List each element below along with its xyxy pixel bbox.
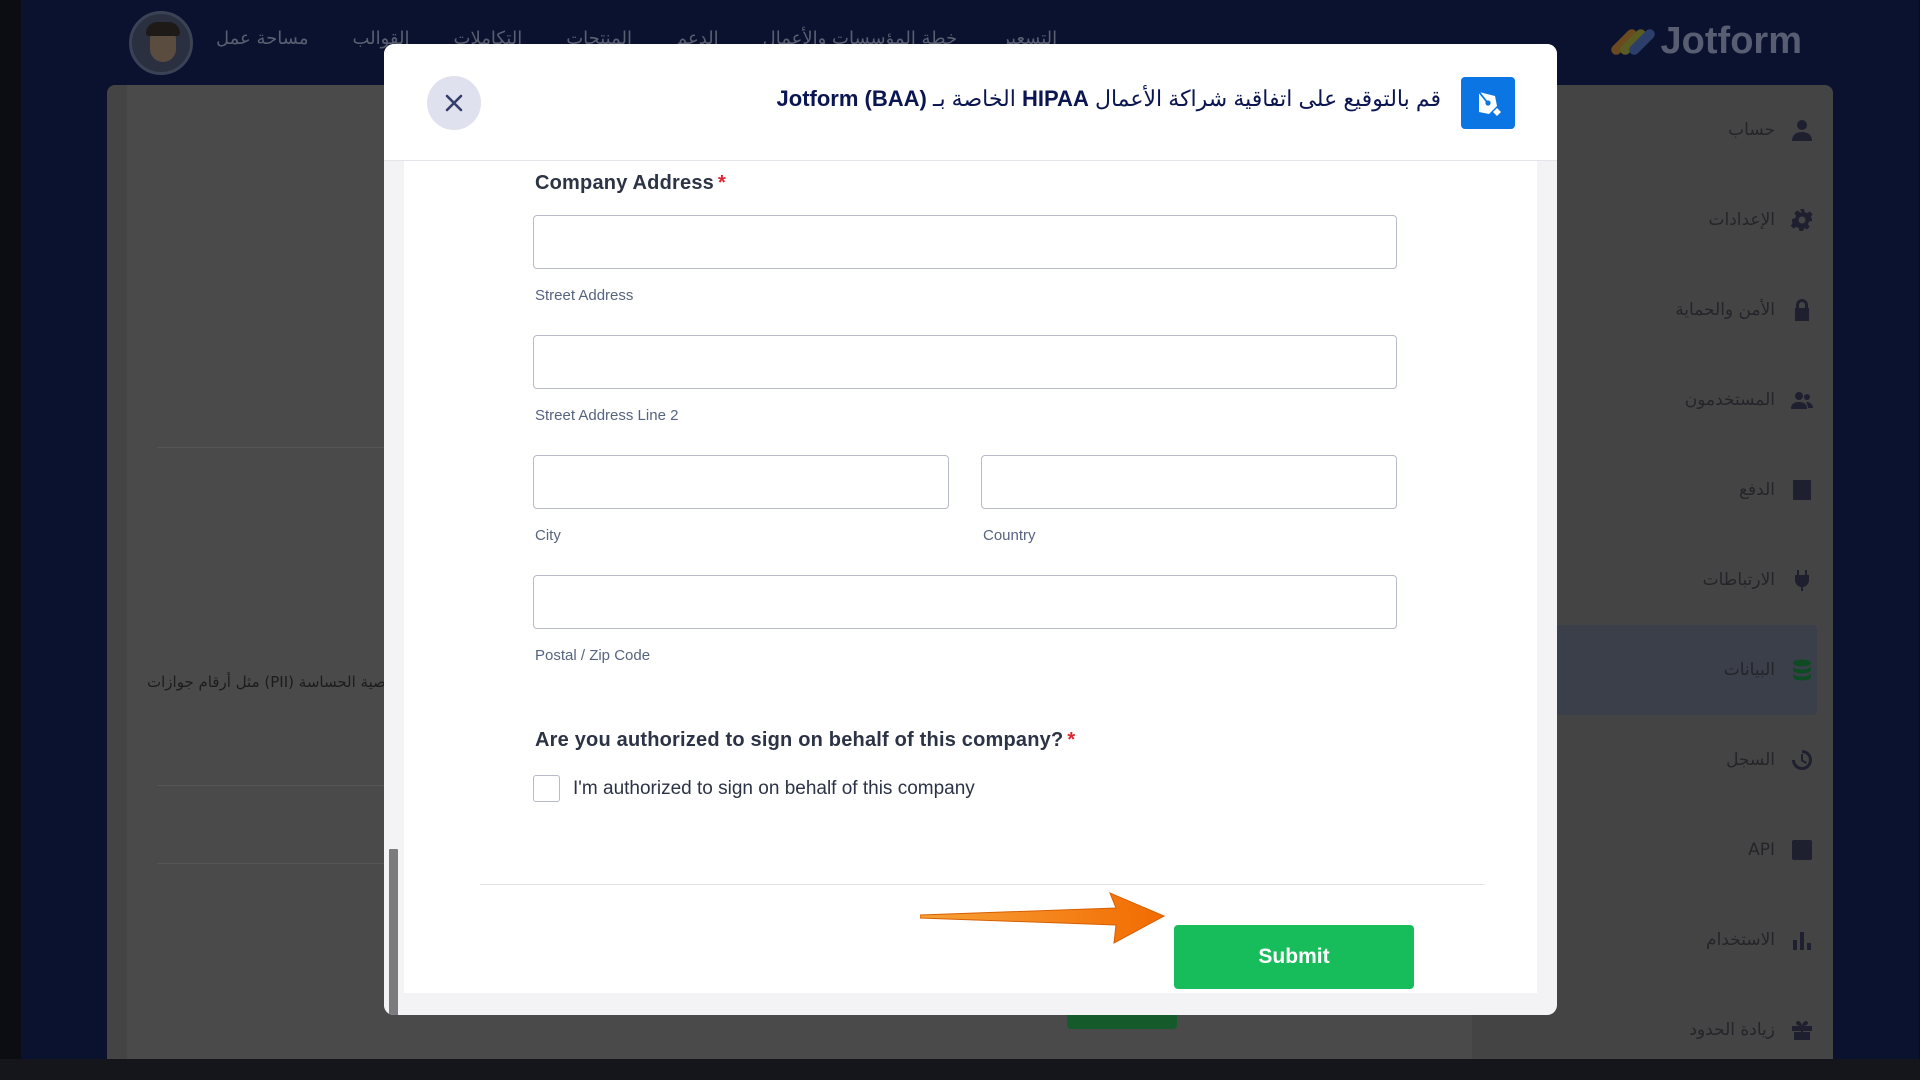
city-sublabel: City <box>535 527 561 544</box>
required-mark: * <box>1067 729 1076 751</box>
modal-scrollbar-thumb[interactable] <box>389 849 398 1015</box>
postal-code-input[interactable] <box>533 575 1397 629</box>
street-address-input[interactable] <box>533 215 1397 269</box>
close-icon <box>445 94 463 112</box>
bar-chart-icon <box>1789 927 1815 953</box>
bottom-bar <box>0 1059 1920 1080</box>
submit-button[interactable]: Submit <box>1174 925 1414 989</box>
country-input[interactable] <box>981 455 1397 509</box>
company-address-label: Company Address * <box>535 172 726 195</box>
authorization-checkbox-label[interactable]: I'm authorized to sign on behalf of this… <box>573 778 975 800</box>
street-address-line2-input[interactable] <box>533 335 1397 389</box>
title-middle: الخاصة بـ <box>933 86 1016 111</box>
authorization-question-text: Are you authorized to sign on behalf of … <box>535 729 1064 751</box>
street-address-line2-sublabel: Street Address Line 2 <box>535 407 679 424</box>
jotform-logo[interactable]: Jotform <box>1608 20 1802 63</box>
close-button[interactable] <box>427 76 481 130</box>
user-icon <box>1789 117 1815 143</box>
api-icon <box>1789 837 1815 863</box>
jotform-sign-icon <box>1461 77 1515 129</box>
country-sublabel: Country <box>983 527 1036 544</box>
sidebar-item-label: البيانات <box>1723 660 1775 680</box>
history-icon <box>1789 747 1815 773</box>
jotform-logo-icon <box>1608 24 1657 60</box>
baa-form: Company Address * Street Address Street A… <box>404 161 1537 993</box>
authorization-checkbox[interactable] <box>533 775 560 802</box>
modal-scrollbar[interactable] <box>384 161 404 1015</box>
authorization-question-label: Are you authorized to sign on behalf of … <box>535 729 1075 752</box>
gear-icon <box>1789 207 1815 233</box>
required-mark: * <box>717 172 726 194</box>
modal-title: قم بالتوقيع على اتفاقية شراكة الأعمال HI… <box>681 86 1441 112</box>
avatar[interactable] <box>129 11 193 75</box>
company-address-label-text: Company Address <box>535 172 714 194</box>
jotform-logo-text: Jotform <box>1660 20 1802 62</box>
sidebar-item-label: حساب <box>1728 120 1775 140</box>
lock-icon <box>1789 297 1815 323</box>
gift-icon <box>1789 1017 1815 1043</box>
sidebar-item-label: زيادة الحدود <box>1689 1020 1775 1040</box>
sidebar-item-label: الاستخدام <box>1706 930 1775 950</box>
avatar-hair <box>146 22 180 36</box>
annotation-arrow-icon <box>920 892 1166 944</box>
title-hipaa: HIPAA <box>1022 86 1089 111</box>
street-address-sublabel: Street Address <box>535 287 634 304</box>
sidebar-item-label: السجل <box>1726 750 1775 770</box>
plug-icon <box>1789 567 1815 593</box>
sidebar-item-label: المستخدمون <box>1684 390 1775 410</box>
postal-code-sublabel: Postal / Zip Code <box>535 647 651 664</box>
city-input[interactable] <box>533 455 949 509</box>
users-icon <box>1789 387 1815 413</box>
authorization-checkbox-row[interactable]: I'm authorized to sign on behalf of this… <box>533 775 975 802</box>
title-brand: Jotform (BAA) <box>776 86 927 111</box>
form-divider <box>480 884 1485 885</box>
sidebar-item-data[interactable]: البيانات <box>1519 625 1817 715</box>
sidebar-item-label: الإعدادات <box>1708 210 1775 230</box>
sidebar-item-label: الدفع <box>1738 480 1775 500</box>
billing-icon <box>1789 477 1815 503</box>
hipaa-baa-modal: قم بالتوقيع على اتفاقية شراكة الأعمال HI… <box>384 44 1557 1015</box>
database-icon <box>1789 657 1815 683</box>
modal-header: قم بالتوقيع على اتفاقية شراكة الأعمال HI… <box>384 44 1557 161</box>
nav-item-workspace[interactable]: مساحة عمل <box>216 28 308 49</box>
sidebar-item-label: الأمن والحماية <box>1675 300 1775 320</box>
title-prefix: قم بالتوقيع على اتفاقية شراكة الأعمال <box>1094 86 1441 111</box>
sidebar-item-label: الارتباطات <box>1702 570 1775 590</box>
sidebar-item-label: API <box>1748 840 1775 860</box>
